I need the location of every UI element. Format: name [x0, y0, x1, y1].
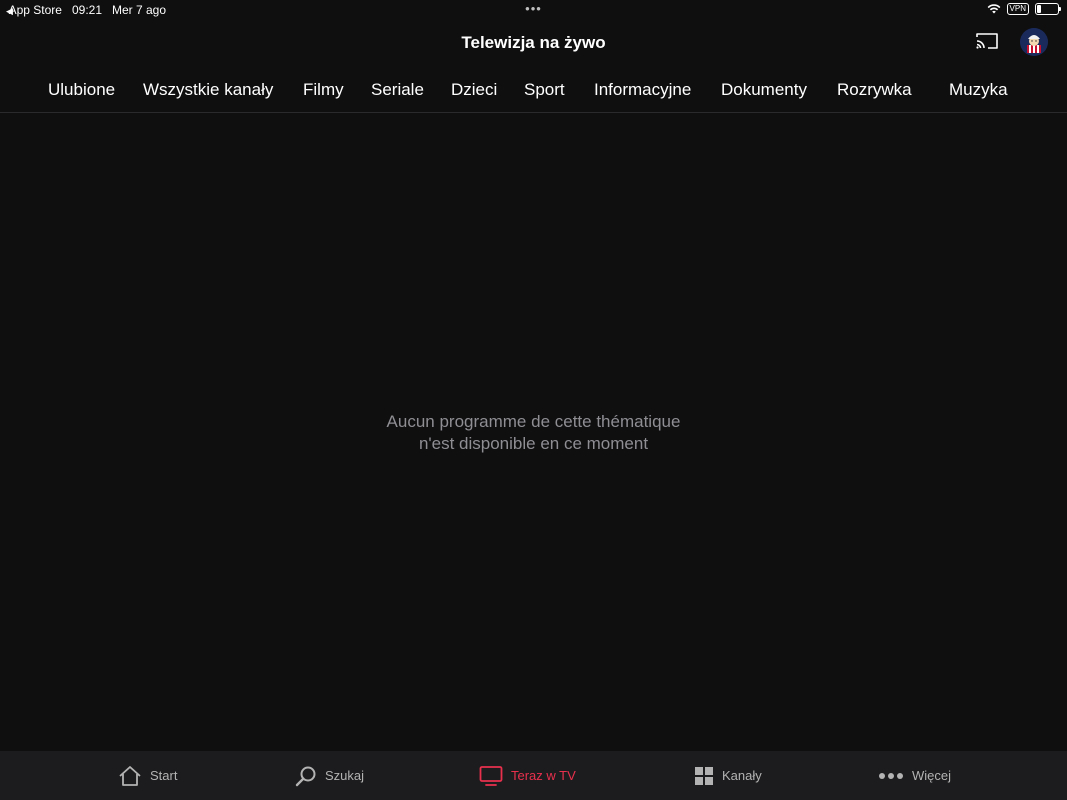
empty-state-message: Aucun programme de cette thématique n'es…: [0, 411, 1067, 455]
nav-kanaly-label: Kanały: [722, 768, 762, 783]
nav-szukaj-label: Szukaj: [325, 768, 365, 783]
tab-wszystkie-kanaly[interactable]: Wszystkie kanały: [143, 80, 273, 100]
multitasking-dots-icon[interactable]: •••: [525, 1, 542, 16]
vpn-badge: VPN: [1006, 3, 1029, 15]
tab-rozrywka[interactable]: Rozrywka: [837, 80, 912, 100]
nav-kanaly[interactable]: Kanały: [694, 751, 762, 800]
tab-sport[interactable]: Sport: [524, 80, 565, 100]
bottom-tab-bar: Start Szukaj Teraz w TV Kanały Więcej: [0, 751, 1067, 800]
cast-icon: [976, 33, 998, 49]
nav-wiecej-label: Więcej: [912, 768, 952, 783]
empty-state-line-2: n'est disponible en ce moment: [418, 434, 649, 453]
status-right: VPN: [987, 3, 1061, 15]
status-date: Mer 7 ago: [112, 3, 167, 17]
status-bar: ◀ App Store 09:21 Mer 7 ago ••• VPN: [0, 0, 1067, 20]
cast-button[interactable]: [975, 32, 1001, 54]
tab-informacyjne[interactable]: Informacyjne: [594, 80, 691, 100]
tv-icon: [479, 765, 503, 786]
wifi-icon: [987, 4, 1000, 14]
nav-start-label: Start: [150, 768, 178, 783]
tab-filmy[interactable]: Filmy: [303, 80, 344, 100]
tab-seriale[interactable]: Seriale: [371, 80, 424, 100]
page-title: Telewizja na żywo: [461, 33, 606, 52]
header: Telewizja na żywo: [0, 20, 1067, 66]
category-tabs: Ulubione Wszystkie kanały Filmy Seriale …: [0, 66, 1067, 113]
empty-state-line-1: Aucun programme de cette thématique: [386, 412, 681, 431]
search-icon: [295, 766, 316, 786]
battery-fill: [1037, 5, 1041, 13]
nav-wiecej[interactable]: Więcej: [878, 751, 951, 800]
back-to-app-link[interactable]: ◀ App Store: [6, 3, 62, 17]
nav-start[interactable]: Start: [118, 751, 177, 800]
battery-icon: [1035, 3, 1061, 15]
nav-szukaj[interactable]: Szukaj: [295, 751, 364, 800]
profile-avatar[interactable]: [1020, 28, 1048, 56]
grid-icon: [695, 766, 713, 785]
tab-ulubione[interactable]: Ulubione: [48, 80, 115, 100]
tab-dzieci[interactable]: Dzieci: [451, 80, 497, 100]
nav-teraz-w-tv[interactable]: Teraz w TV: [479, 751, 576, 800]
status-left: ◀ App Store 09:21 Mer 7 ago: [6, 3, 166, 17]
home-icon: [119, 765, 141, 786]
nav-teraz-w-tv-label: Teraz w TV: [511, 768, 576, 783]
avatar-image-icon: [1020, 28, 1048, 56]
back-app-label: App Store: [8, 3, 62, 17]
more-icon: [879, 772, 903, 779]
tab-muzyka[interactable]: Muzyka: [949, 80, 1008, 100]
status-time: 09:21: [71, 3, 102, 17]
tab-dokumenty[interactable]: Dokumenty: [721, 80, 807, 100]
